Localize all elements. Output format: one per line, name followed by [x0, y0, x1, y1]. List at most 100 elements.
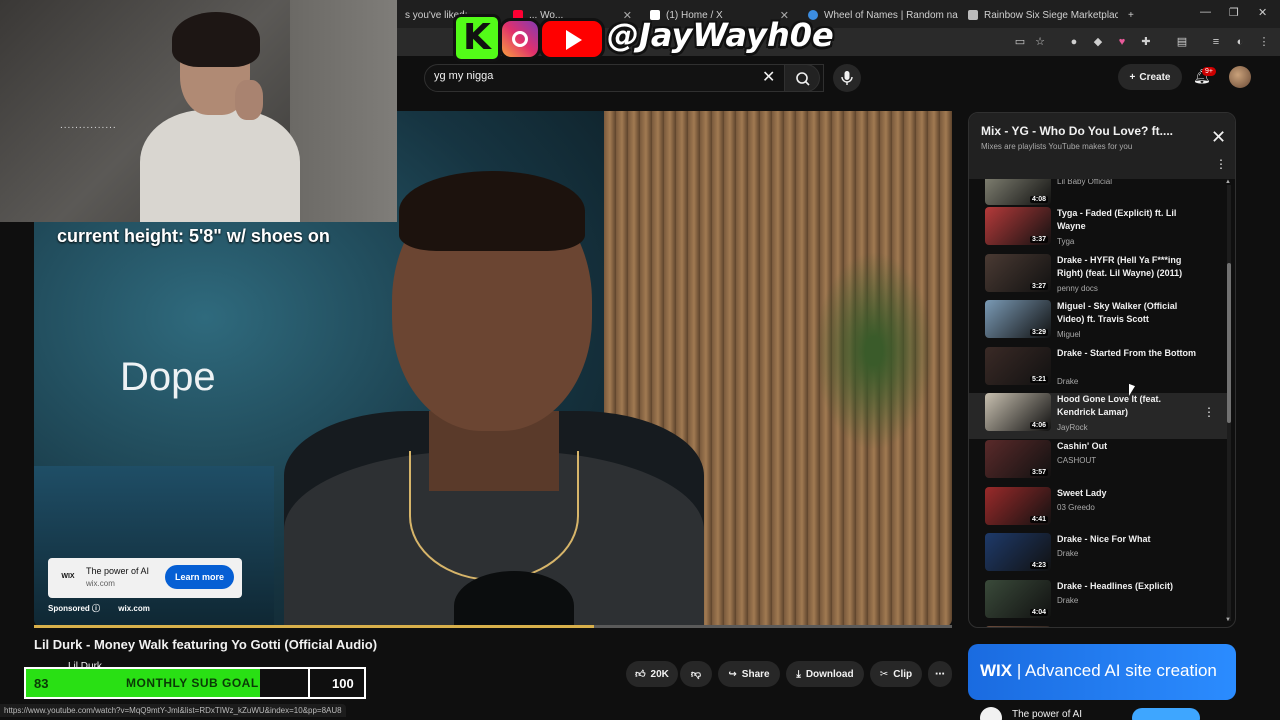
height-caption: current height: 5'8" w/ shoes on: [57, 226, 330, 246]
playlist-item[interactable]: 3:29 Miguel - Sky Walker (Official Video)…: [969, 300, 1229, 346]
new-tab-button[interactable]: +: [1120, 4, 1140, 26]
account-avatar[interactable]: [1229, 66, 1251, 88]
playlist-title[interactable]: Mix - YG - Who Do You Love? ft....: [981, 124, 1173, 138]
sub-goal-bar: 83 MONTHLY SUB GOAL 100: [24, 667, 366, 699]
screen: s you've liked: ... ... Wo... ✕ (1) Home…: [0, 0, 1280, 720]
scroll-up-icon[interactable]: ▲: [1225, 179, 1231, 185]
search-input-value[interactable]: yg my nigga: [434, 70, 493, 82]
video-thumbnail[interactable]: 3:29: [985, 300, 1051, 339]
cast-icon[interactable]: ▭: [1012, 34, 1028, 50]
search-icon: [796, 72, 810, 86]
playlist-item-title[interactable]: Miguel - Sky Walker (Official Video) ft.…: [1057, 300, 1197, 326]
playlist-item-title[interactable]: Tyga - Faded (Explicit) ft. Lil Wayne: [1057, 207, 1197, 233]
scene-sign-text: Dope: [120, 355, 216, 399]
more-actions-button[interactable]: ⋯: [928, 661, 952, 687]
bookmark-star-icon[interactable]: ☆: [1032, 34, 1048, 50]
learn-more-button[interactable]: Learn more: [165, 565, 234, 589]
video-thumbnail[interactable]: 4:08: [985, 179, 1051, 205]
mouse-cursor-icon: [1129, 383, 1135, 399]
minimize-icon[interactable]: —: [1200, 6, 1211, 18]
webcam-streamer: [140, 12, 300, 222]
playlist-item-title[interactable]: Drake - Started From the Bottom: [1057, 347, 1197, 360]
video-progress-fill[interactable]: [34, 625, 594, 628]
thumbs-up-icon: 👍︎: [635, 669, 646, 680]
microphone-icon: [841, 71, 853, 85]
sponsored-text: Sponsored: [48, 604, 90, 613]
clear-search-icon[interactable]: ✕: [762, 67, 775, 87]
advertiser-avatar: [980, 707, 1002, 720]
playlist-item-title[interactable]: G-Eazy - I Mean It (Official: [1057, 626, 1197, 627]
extension-icon[interactable]: ♥: [1114, 34, 1130, 50]
kick-logo-icon: K: [453, 14, 501, 62]
playlist-item[interactable]: 3:37 Tyga - Faded (Explicit) ft. Lil Wayn…: [969, 207, 1229, 253]
media-icon[interactable]: ≡: [1208, 34, 1224, 50]
video-thumbnail[interactable]: 5:21: [985, 346, 1051, 385]
scroll-down-icon[interactable]: ▼: [1225, 617, 1231, 623]
download-icon: ⤓: [796, 668, 801, 680]
extension-icon[interactable]: ●: [1066, 34, 1082, 50]
playlist-item-title[interactable]: Drake - HYFR (Hell Ya F***ing Right) (fe…: [1057, 254, 1197, 280]
webcam-overlay: ...............: [0, 0, 397, 222]
video-title: Lil Durk - Money Walk featuring Yo Gotti…: [34, 637, 378, 652]
playlist-item-title[interactable]: Sweet Lady: [1057, 487, 1197, 500]
voice-search-button[interactable]: [833, 64, 861, 92]
item-menu-icon[interactable]: ⋮: [1203, 405, 1215, 419]
playlist-item[interactable]: 4:23 Drake - Nice For What Drake: [969, 533, 1229, 579]
video-thumbnail[interactable]: [985, 626, 1051, 627]
playlist-item[interactable]: 5:21 Drake - Started From the Bottom Drake: [969, 346, 1229, 393]
close-icon[interactable]: ✕: [1211, 127, 1226, 148]
video-thumbnail[interactable]: 4:41: [985, 486, 1051, 525]
playlist-item-title[interactable]: Hood Gone Love It (feat. Kendrick Lamar): [1057, 393, 1197, 419]
video-thumbnail[interactable]: 3:27: [985, 253, 1051, 292]
download-label: Download: [805, 668, 854, 680]
video-thumbnail[interactable]: 3:57: [985, 440, 1051, 478]
extension-icon[interactable]: ◆: [1090, 34, 1106, 50]
playlist-item-title[interactable]: Cashin' Out: [1057, 440, 1197, 453]
playlist-item[interactable]: 3:27 Drake - HYFR (Hell Ya F***ing Right)…: [969, 253, 1229, 300]
video-thumbnail[interactable]: 3:37: [985, 207, 1051, 245]
extensions-puzzle-icon[interactable]: ✚: [1138, 34, 1154, 50]
download-button[interactable]: ⤓ Download: [786, 661, 864, 687]
profile-icon[interactable]: ◐: [1232, 34, 1248, 50]
browser-menu-icon[interactable]: ⋮: [1256, 34, 1272, 50]
playlist-scroll-thumb[interactable]: [1227, 263, 1231, 423]
info-icon[interactable]: ⓘ: [92, 604, 100, 613]
video-duration: 3:37: [1029, 236, 1048, 243]
playlist-item-title[interactable]: Drake - Headlines (Explicit): [1057, 580, 1197, 593]
search-button[interactable]: [784, 64, 820, 92]
webcam-background-door: [290, 0, 397, 222]
ad-cta-button[interactable]: [1132, 708, 1200, 720]
create-button[interactable]: + Create: [1118, 64, 1182, 90]
sponsored-domain[interactable]: wix.com: [118, 604, 150, 613]
restore-icon[interactable]: ❐: [1229, 6, 1239, 19]
dislike-button[interactable]: 👎︎: [680, 661, 712, 687]
close-window-icon[interactable]: ✕: [1258, 6, 1267, 19]
video-thumbnail[interactable]: 4:23: [985, 533, 1051, 572]
share-button[interactable]: ↪ Share: [718, 661, 780, 687]
playlist-item[interactable]: G-Eazy - I Mean It (Official: [969, 626, 1229, 627]
playlist-menu-icon[interactable]: ⋮: [1215, 157, 1227, 171]
streamer-shirt: [140, 110, 300, 222]
video-duration: 3:27: [1029, 282, 1048, 290]
sidebar-icon[interactable]: ▤: [1174, 34, 1190, 50]
share-label: Share: [741, 668, 770, 680]
webcam-dots: ...............: [60, 120, 117, 131]
ad-banner-text[interactable]: WIX | Advanced AI site creation: [980, 661, 1217, 681]
youtube-logo-icon: [539, 18, 605, 60]
like-count: 20K: [650, 668, 669, 680]
clip-button[interactable]: ✂ Clip: [870, 661, 922, 687]
ad-title[interactable]: The power of AI: [1012, 709, 1082, 720]
plus-icon: +: [1128, 9, 1134, 21]
playlist-item[interactable]: 3:57 Cashin' Out CASHOUT: [969, 440, 1229, 486]
video-thumbnail[interactable]: 4:06: [985, 393, 1051, 432]
browser-tab[interactable]: Rainbow Six Siege Marketplace ✕: [960, 4, 1118, 26]
like-button[interactable]: 👍︎ 20K: [626, 661, 678, 687]
playlist-item[interactable]: 4:06 Hood Gone Love It (feat. Kendrick La…: [969, 393, 1229, 440]
playlist-item[interactable]: 4:04 Drake - Headlines (Explicit) Drake: [969, 579, 1229, 626]
playlist-item-title[interactable]: Drake - Nice For What: [1057, 533, 1197, 546]
video-thumbnail[interactable]: 4:04: [985, 579, 1051, 618]
playlist-item[interactable]: 4:41 Sweet Lady 03 Greedo: [969, 486, 1229, 533]
video-duration: 4:23: [1029, 562, 1048, 570]
video-duration: 4:06: [1029, 422, 1048, 430]
video-duration: 4:08: [1029, 196, 1048, 203]
